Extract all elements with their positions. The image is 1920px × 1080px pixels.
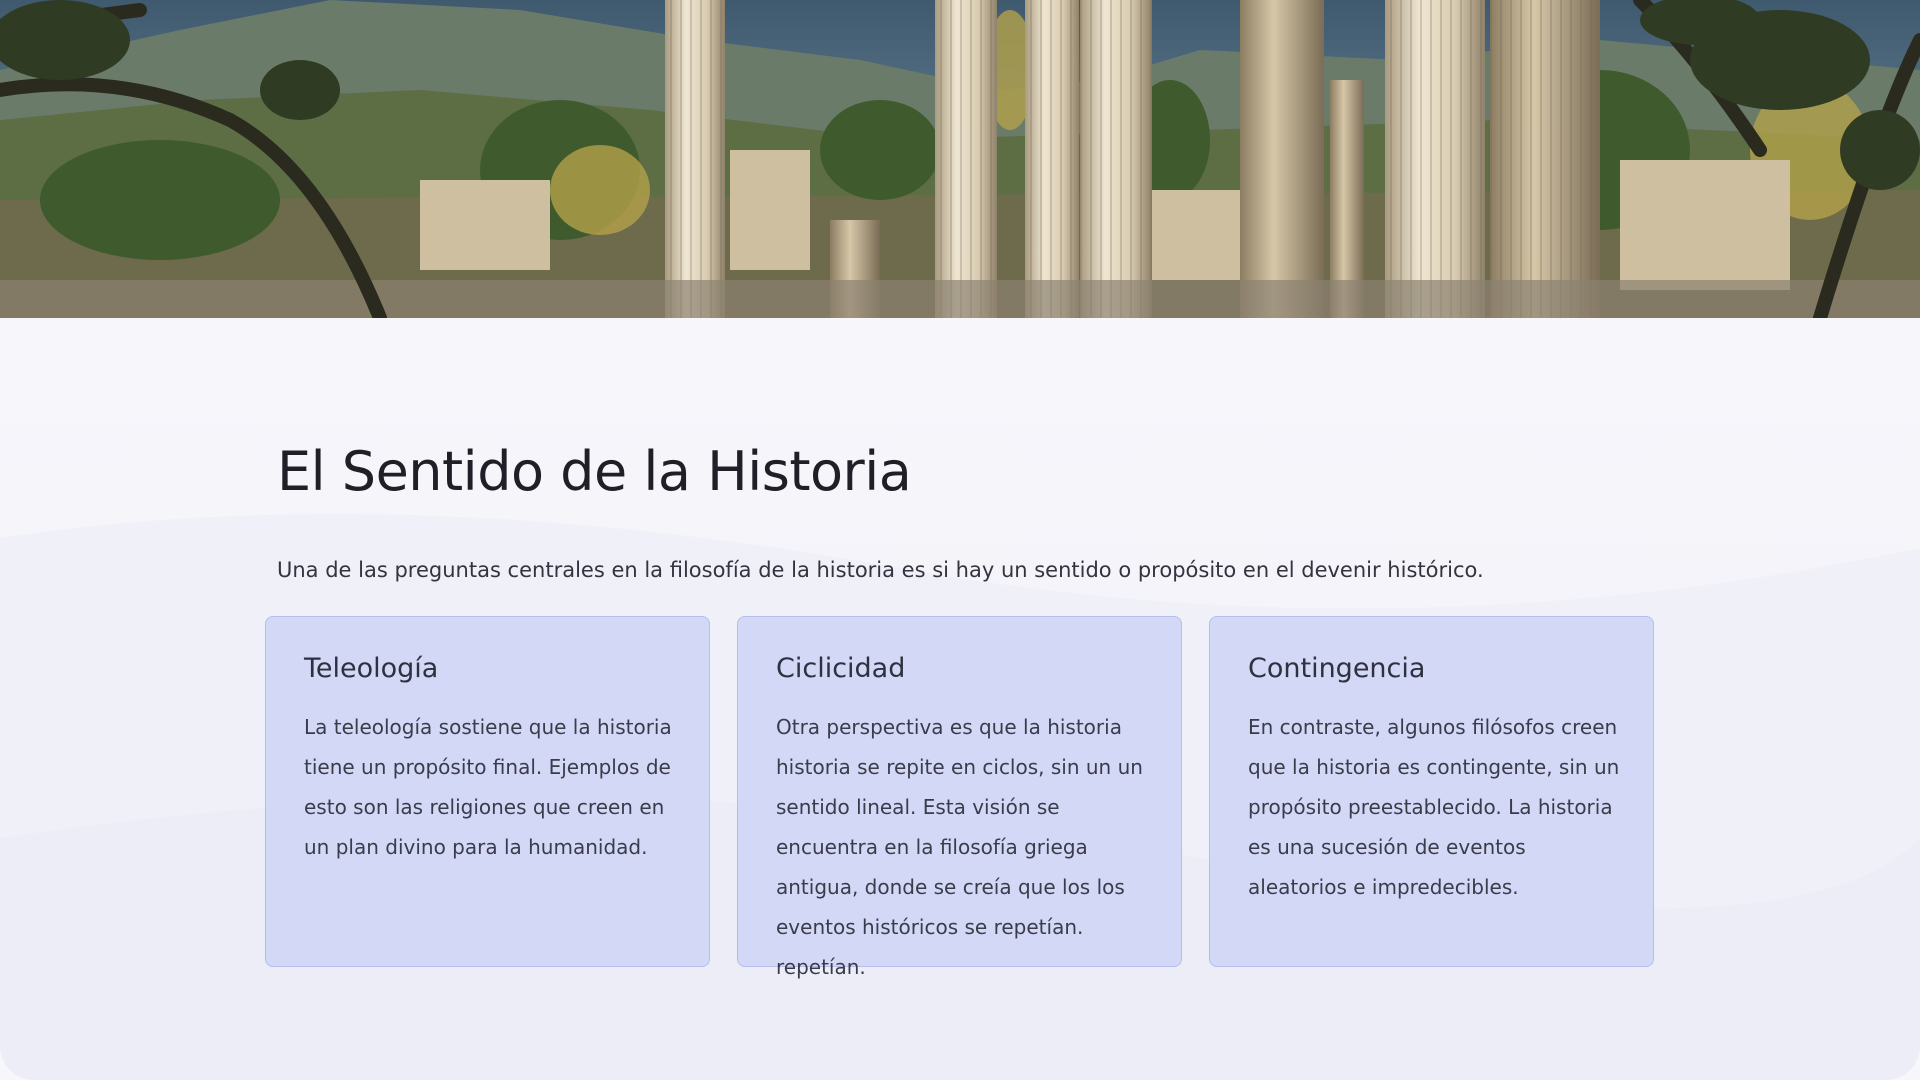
intro-text: Una de las preguntas centrales en la fil… — [277, 558, 1484, 582]
ancient-ruins-columns-photo — [0, 0, 1920, 318]
card-title: Contingencia — [1248, 653, 1426, 684]
card-body: La teleología sostiene que la historia t… — [304, 715, 672, 859]
card-body: En contraste, algunos filósofos creen qu… — [1248, 715, 1620, 899]
hero-image — [0, 0, 1920, 318]
card-teleologia: Teleología La teleología sostiene que la… — [265, 616, 710, 967]
content-area: El Sentido de la Historia Una de las pre… — [0, 318, 1920, 1080]
card-contingencia: Contingencia En contraste, algunos filós… — [1209, 616, 1654, 967]
card-body: Otra perspectiva es que la historia hist… — [776, 715, 1143, 979]
card-title: Teleología — [304, 653, 439, 684]
card-ciclicidad: Ciclicidad Otra perspectiva es que la hi… — [737, 616, 1182, 979]
page-title: El Sentido de la Historia — [277, 440, 912, 503]
card-title: Ciclicidad — [776, 653, 906, 684]
slide: El Sentido de la Historia Una de las pre… — [0, 0, 1920, 1080]
